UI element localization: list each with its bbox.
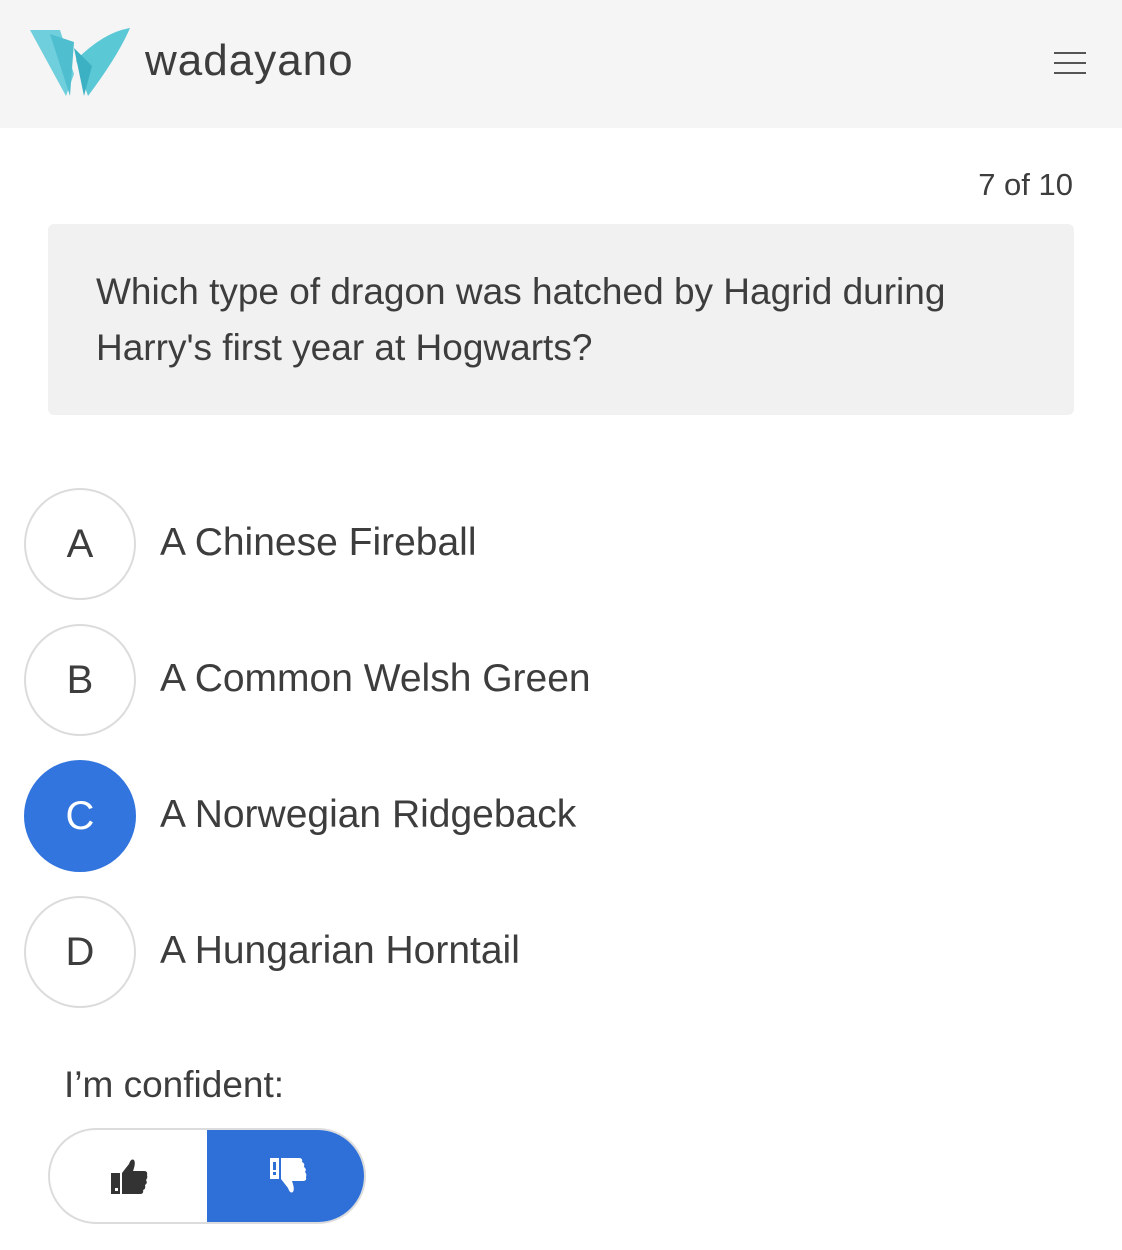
option-label[interactable]: A Common Welsh Green: [160, 656, 591, 702]
confident-yes-button[interactable]: [50, 1130, 207, 1222]
confidence-label: I’m confident:: [64, 1064, 285, 1105]
option-letter-circle[interactable]: A: [24, 488, 136, 600]
answer-option-b[interactable]: B A Common Welsh Green: [24, 624, 724, 736]
wadayano-logo-icon[interactable]: [30, 26, 132, 98]
hamburger-menu-icon[interactable]: [1050, 48, 1088, 80]
option-label[interactable]: A Hungarian Horntail: [160, 928, 520, 974]
brand-name: wadayano: [145, 36, 354, 85]
thumbs-down-icon: [269, 1158, 306, 1193]
question-card: Which type of dragon was hatched by Hagr…: [48, 224, 1074, 415]
option-letter-circle-selected[interactable]: C: [24, 760, 136, 872]
answer-option-c[interactable]: C A Norwegian Ridgeback: [24, 760, 724, 872]
option-letter-circle[interactable]: B: [24, 624, 136, 736]
option-letter-circle[interactable]: D: [24, 896, 136, 1008]
option-label[interactable]: A Norwegian Ridgeback: [160, 792, 576, 838]
confident-no-button[interactable]: [207, 1130, 364, 1222]
option-label[interactable]: A Chinese Fireball: [160, 520, 477, 566]
thumbs-up-icon: [110, 1159, 147, 1194]
question-text: Which type of dragon was hatched by Hagr…: [96, 271, 946, 368]
app-header: wadayano: [0, 0, 1122, 128]
question-progress: 7 of 10: [978, 167, 1073, 202]
answer-option-d[interactable]: D A Hungarian Horntail: [24, 896, 724, 1008]
confidence-toggle: [48, 1128, 366, 1224]
answer-option-a[interactable]: A A Chinese Fireball: [24, 488, 724, 600]
